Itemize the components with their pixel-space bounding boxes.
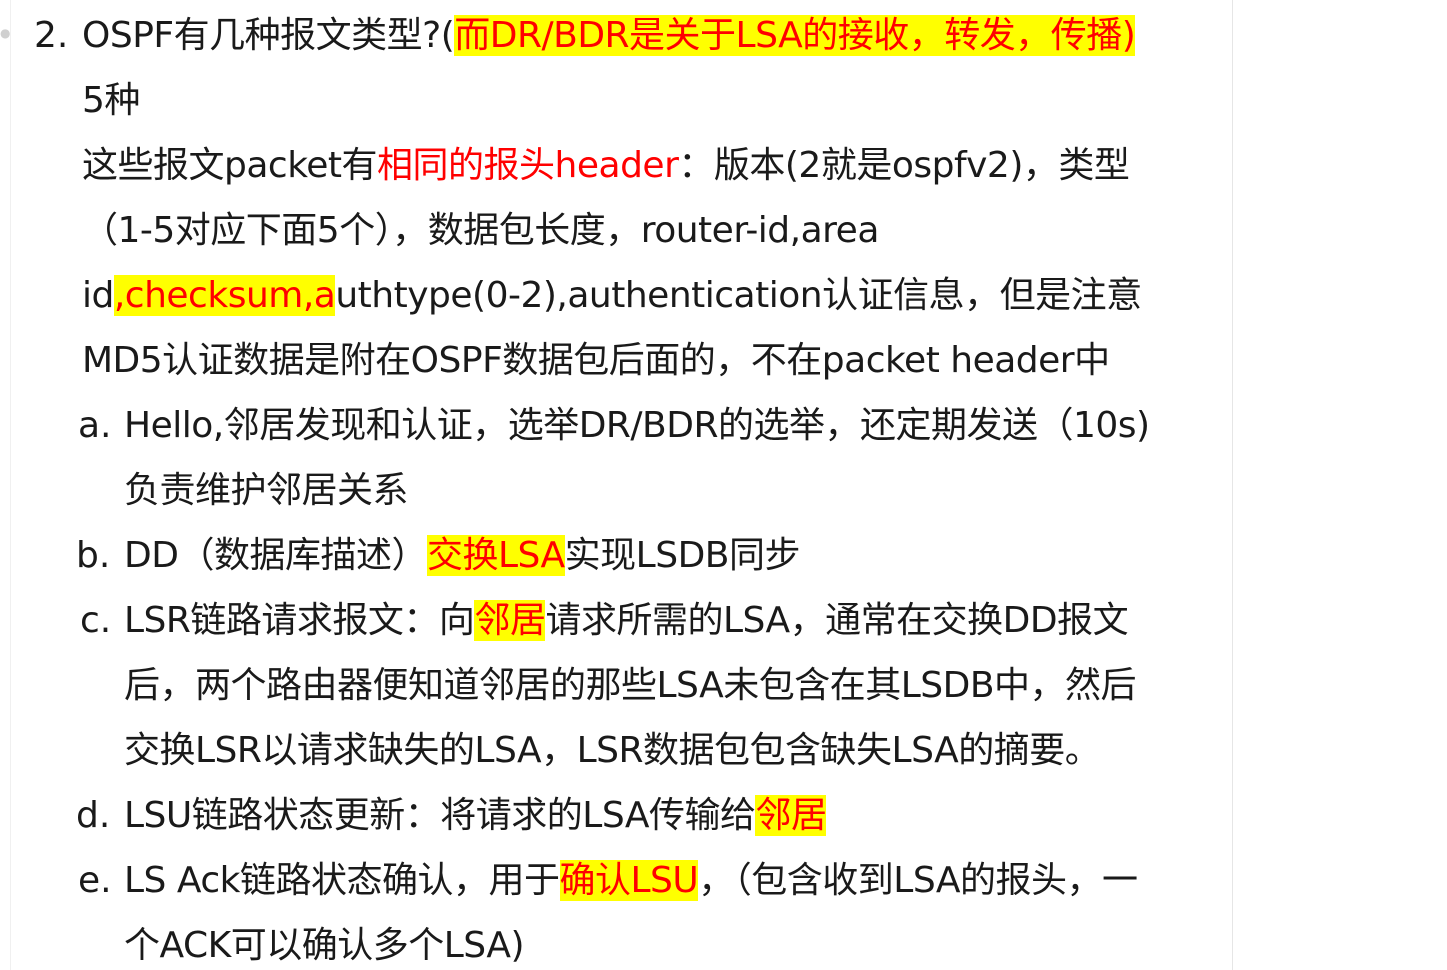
list-marker-b: b.	[76, 535, 111, 576]
left-margin-line	[10, 0, 11, 970]
list-item-e-line2: 个ACK可以确认多个LSA)	[124, 925, 525, 966]
list-text: LSU链路状态更新：将请求的LSA传输给	[124, 795, 756, 836]
paragraph-text: uthtype(0-2),authentication认证信息，但是注意	[335, 275, 1142, 316]
paragraph-text: ：版本(2就是ospfv2)，类型	[678, 145, 1130, 186]
paragraph-emphasis-header: 相同的报头header	[377, 145, 679, 186]
list-item-d-line1: LSU链路状态更新：将请求的LSA传输给邻居	[124, 792, 827, 840]
list-text: ，（包含收到LSA的报头，一	[698, 860, 1138, 901]
list-text: LS Ack链路状态确认，用于	[124, 860, 560, 901]
paragraph-text: id	[82, 275, 114, 316]
list-item-c-line1: LSR链路请求报文：向邻居请求所需的LSA，通常在交换DD报文	[124, 597, 1129, 645]
paragraph-line-checksum: id,checksum,authtype(0-2),authentication…	[82, 272, 1142, 320]
item-title-note: 而DR/BDR是关于LSA的接收，转发，传播)	[454, 15, 1136, 56]
item-number: 2.	[34, 15, 69, 56]
list-item-c-line3: 交换LSR以请求缺失的LSA，LSR数据包包含缺失LSA的摘要。	[124, 730, 1101, 771]
list-text: DD（数据库描述）	[124, 535, 427, 576]
drag-handle-icon[interactable]: ●	[0, 26, 10, 40]
right-margin-line	[1232, 0, 1233, 970]
item-title: OSPF有几种报文类型?(	[82, 15, 455, 56]
list-marker-d: d.	[76, 795, 111, 836]
list-marker-c: c.	[80, 600, 112, 641]
paragraph-line-types: （1-5对应下面5个），数据包长度，router-id,area	[82, 210, 879, 251]
paragraph-emphasis-checksum: ,checksum,a	[113, 275, 336, 316]
list-item-b-line1: DD（数据库描述）交换LSA实现LSDB同步	[124, 532, 801, 580]
list-emphasis-neighbor: 邻居	[474, 600, 546, 641]
list-marker-e: e.	[78, 860, 112, 901]
paragraph-line-header: 这些报文packet有相同的报头header：版本(2就是ospfv2)，类型	[82, 142, 1130, 190]
document-page: ● 2. OSPF有几种报文类型?(而DR/BDR是关于LSA的接收，转发，传播…	[0, 0, 1447, 970]
paragraph-text: 这些报文packet有	[82, 145, 378, 186]
list-emphasis-neighbor: 邻居	[755, 795, 827, 836]
item-title-line: OSPF有几种报文类型?(而DR/BDR是关于LSA的接收，转发，传播)	[82, 12, 1136, 60]
list-marker-a: a.	[78, 405, 112, 446]
list-item-a-line2: 负责维护邻居关系	[124, 470, 409, 511]
list-item-e-line1: LS Ack链路状态确认，用于确认LSU，（包含收到LSA的报头，一	[124, 857, 1138, 905]
paragraph-line-md5: MD5认证数据是附在OSPF数据包后面的，不在packet header中	[82, 340, 1110, 381]
list-text: 实现LSDB同步	[564, 535, 801, 576]
list-item-a-line1: Hello,邻居发现和认证，选举DR/BDR的选举，还定期发送（10s)	[124, 405, 1150, 446]
list-text: 请求所需的LSA，通常在交换DD报文	[545, 600, 1129, 641]
list-text: LSR链路请求报文：向	[124, 600, 475, 641]
list-item-c-line2: 后，两个路由器便知道邻居的那些LSA未包含在其LSDB中，然后	[124, 665, 1137, 706]
list-emphasis-exchange-lsa: 交换LSA	[426, 535, 565, 576]
paragraph-count: 5种	[82, 80, 140, 121]
list-emphasis-confirm-lsu: 确认LSU	[559, 860, 699, 901]
